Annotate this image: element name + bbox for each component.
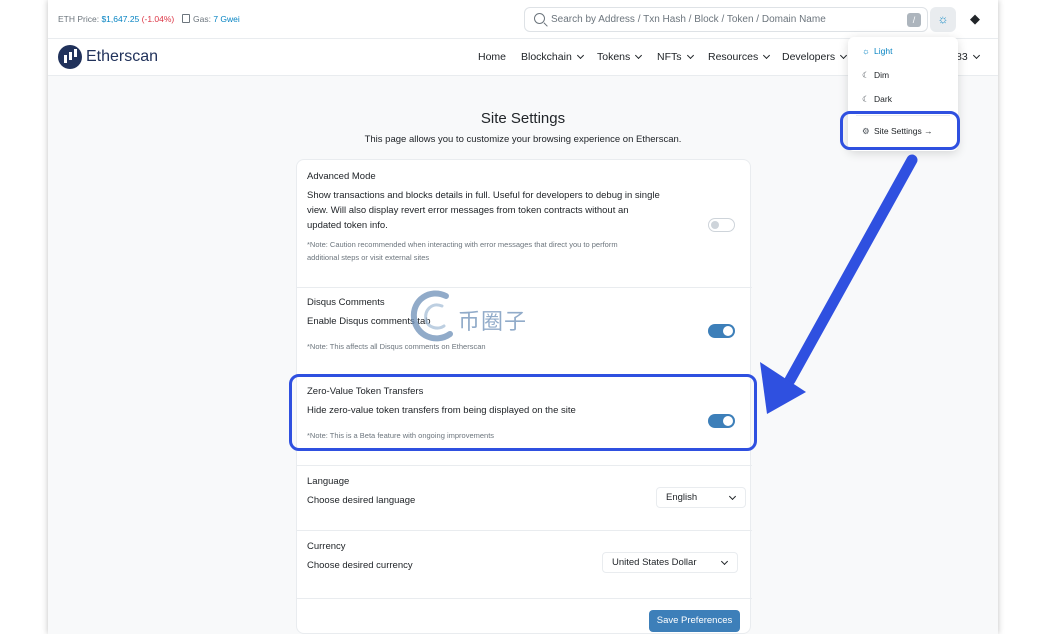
watermark-logo: 币圈子 — [408, 288, 558, 348]
watermark-c-icon — [410, 290, 453, 342]
watermark-text: 币圈子 — [458, 309, 528, 334]
